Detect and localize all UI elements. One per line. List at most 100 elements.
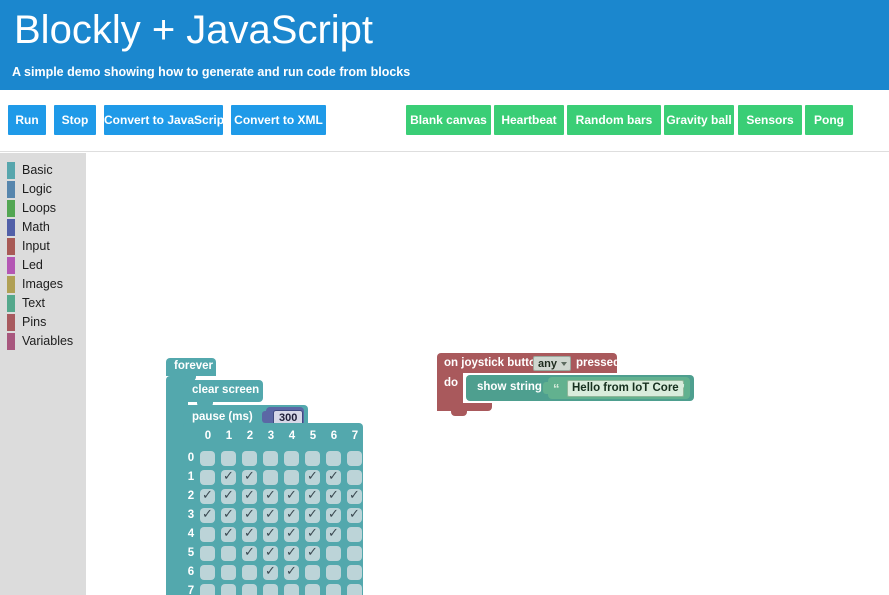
led-grid-checkbox[interactable]: ✓ (305, 468, 320, 485)
block-text-value[interactable]: “ Hello from IoT Core ” (543, 377, 690, 399)
led-grid-checkbox[interactable]: ✓ (200, 487, 215, 504)
led-grid-checkbox[interactable]: ✓ (326, 525, 341, 542)
sample-button-heartbeat[interactable]: Heartbeat (494, 105, 564, 135)
led-grid-checkbox[interactable] (221, 565, 236, 580)
block-show-leds-grid[interactable]: 0 1 2 3 4 5 6 7 0 1 ✓ ✓ ✓ ✓ 2 ✓ ✓ ✓ ✓ ✓ ✓ ✓ ✓ 3 ✓ ✓ ✓ ✓ ✓ ✓ ✓ ✓ 4 ✓ ✓ ✓ ✓ ✓ ✓ 5… (183, 423, 363, 595)
clear-screen-label: clear screen (192, 384, 260, 396)
led-grid-checkbox[interactable]: ✓ (284, 544, 299, 561)
led-grid-checkbox[interactable] (263, 451, 278, 466)
led-grid-checkbox[interactable] (200, 584, 215, 595)
toolbox-category-led[interactable]: Led (0, 256, 86, 275)
led-grid-checkbox[interactable]: ✓ (221, 506, 236, 523)
led-grid-checkbox[interactable]: ✓ (242, 468, 257, 485)
led-grid-checkbox[interactable]: ✓ (263, 506, 278, 523)
led-grid-checkbox[interactable] (305, 451, 320, 466)
led-grid-checkbox[interactable] (326, 565, 341, 580)
toolbox-category-logic[interactable]: Logic (0, 180, 86, 199)
led-grid-checkbox[interactable] (200, 546, 215, 561)
led-grid-checkbox[interactable] (200, 565, 215, 580)
toolbox-category-variables[interactable]: Variables (0, 332, 86, 351)
toolbox-category-text[interactable]: Text (0, 294, 86, 313)
toolbox-category-math[interactable]: Math (0, 218, 86, 237)
led-grid-checkbox[interactable]: ✓ (263, 544, 278, 561)
toolbar-button-convert-to-xml[interactable]: Convert to XML (231, 105, 326, 135)
led-grid-checkbox[interactable] (242, 565, 257, 580)
toolbox-category-label: Logic (22, 182, 52, 196)
toolbox-category-swatch (7, 257, 15, 274)
led-grid-checkbox[interactable] (347, 451, 362, 466)
led-grid-checkbox[interactable] (326, 546, 341, 561)
toolbar-button-run[interactable]: Run (8, 105, 46, 135)
led-grid-checkbox[interactable]: ✓ (284, 506, 299, 523)
led-grid-checkbox[interactable]: ✓ (221, 487, 236, 504)
led-grid-checkbox[interactable]: ✓ (305, 506, 320, 523)
led-grid-checkbox[interactable]: ✓ (284, 563, 299, 580)
led-grid-checkbox[interactable]: ✓ (242, 525, 257, 542)
sample-button-gravity-ball[interactable]: Gravity ball (664, 105, 734, 135)
led-grid-checkbox[interactable] (200, 527, 215, 542)
led-grid-checkbox[interactable] (326, 451, 341, 466)
toolbox-category-loops[interactable]: Loops (0, 199, 86, 218)
led-grid-checkbox[interactable] (200, 470, 215, 485)
led-grid-column-header: 1 (225, 430, 233, 442)
led-grid-checkbox[interactable]: ✓ (347, 506, 362, 523)
led-grid-checkbox[interactable] (221, 546, 236, 561)
led-grid-checkbox[interactable]: ✓ (326, 487, 341, 504)
toolbox-category-basic[interactable]: Basic (0, 161, 86, 180)
led-grid-checkbox[interactable]: ✓ (242, 544, 257, 561)
led-grid-checkbox[interactable]: ✓ (263, 563, 278, 580)
led-grid-checkbox[interactable] (263, 470, 278, 485)
block-show-string[interactable]: show string “ Hello from IoT Core ” (466, 375, 694, 401)
led-grid-checkbox[interactable] (221, 584, 236, 595)
led-grid-checkbox[interactable]: ✓ (326, 506, 341, 523)
toolbox-category-label: Loops (22, 201, 57, 215)
sample-button-pong[interactable]: Pong (805, 105, 853, 135)
led-grid-checkbox[interactable]: ✓ (242, 487, 257, 504)
sample-button-random-bars[interactable]: Random bars (567, 105, 661, 135)
led-grid-checkbox[interactable] (221, 451, 236, 466)
led-grid-checkbox[interactable]: ✓ (263, 525, 278, 542)
led-grid-checkbox[interactable]: ✓ (305, 544, 320, 561)
led-grid-checkbox[interactable] (305, 565, 320, 580)
led-grid-checkbox[interactable] (347, 470, 362, 485)
led-grid-checkbox[interactable] (284, 451, 299, 466)
led-grid-checkbox[interactable] (305, 584, 320, 595)
toolbox-category-pins[interactable]: Pins (0, 313, 86, 332)
led-grid-checkbox[interactable] (284, 584, 299, 595)
led-grid-checkbox[interactable]: ✓ (200, 506, 215, 523)
led-grid-checkbox[interactable] (200, 451, 215, 466)
toolbox-category-input[interactable]: Input (0, 237, 86, 256)
page-header: Blockly + JavaScript A simple demo showi… (0, 0, 889, 90)
led-grid-checkbox[interactable]: ✓ (242, 506, 257, 523)
led-grid-checkbox[interactable]: ✓ (284, 487, 299, 504)
check-icon: ✓ (307, 468, 318, 483)
toolbox-category-swatch (7, 276, 15, 293)
sample-button-sensors[interactable]: Sensors (738, 105, 802, 135)
led-grid-checkbox[interactable]: ✓ (305, 525, 320, 542)
led-grid-checkbox[interactable]: ✓ (347, 487, 362, 504)
toolbox-category-images[interactable]: Images (0, 275, 86, 294)
block-clear-screen[interactable]: clear screen (183, 380, 263, 402)
joystick-button-dropdown[interactable]: any (533, 356, 571, 371)
blockly-toolbox[interactable]: Basic Logic Loops Math Input Led Images Text Pin… (0, 153, 86, 595)
led-grid-checkbox[interactable] (284, 470, 299, 485)
led-grid-checkbox[interactable]: ✓ (221, 468, 236, 485)
led-grid-checkbox[interactable]: ✓ (263, 487, 278, 504)
led-grid-checkbox[interactable]: ✓ (221, 525, 236, 542)
led-grid-checkbox[interactable] (347, 546, 362, 561)
toolbar-button-convert-to-javascript[interactable]: Convert to JavaScript (104, 105, 228, 135)
led-grid-checkbox[interactable] (347, 584, 362, 595)
led-grid-checkbox[interactable] (347, 527, 362, 542)
led-grid-checkbox[interactable] (242, 451, 257, 466)
led-grid-checkbox[interactable] (347, 565, 362, 580)
sample-button-blank-canvas[interactable]: Blank canvas (406, 105, 491, 135)
blockly-workspace[interactable]: Basic Logic Loops Math Input Led Images Text Pin… (0, 153, 889, 595)
toolbar-button-stop[interactable]: Stop (54, 105, 96, 135)
led-grid-checkbox[interactable] (242, 584, 257, 595)
led-grid-checkbox[interactable]: ✓ (284, 525, 299, 542)
led-grid-checkbox[interactable] (326, 584, 341, 595)
led-grid-checkbox[interactable]: ✓ (305, 487, 320, 504)
led-grid-checkbox[interactable] (263, 584, 278, 595)
led-grid-checkbox[interactable]: ✓ (326, 468, 341, 485)
show-string-text-field[interactable]: Hello from IoT Core (567, 380, 684, 397)
